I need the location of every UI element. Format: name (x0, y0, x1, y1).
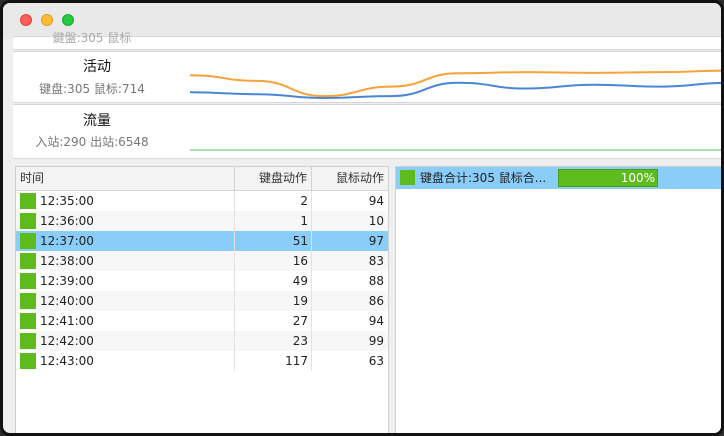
activity-panel: 活动 键盘:305 鼠标:714 (13, 51, 721, 103)
row-color-swatch (20, 213, 36, 229)
traffic-sub: 入站:290 出站:6548 (35, 135, 149, 149)
table-header: 时间 键盘动作 鼠标动作 (16, 167, 388, 191)
table-row[interactable]: 12:41:00 27 94 (16, 311, 388, 331)
traffic-title: 流量 (83, 113, 111, 129)
table-row[interactable]: 12:35:00 2 94 (16, 191, 388, 211)
activity-table[interactable]: 时间 键盘动作 鼠标动作 12:35:00 2 94 12:36:00 1 10 12:37… (15, 166, 389, 433)
row-keyboard: 23 (292, 334, 308, 348)
activity-title: 活动 (83, 59, 111, 75)
table-body: 12:35:00 2 94 12:36:00 1 10 12:37:00 51 97 12:38:… (16, 191, 388, 371)
summary-label: 键盘合计:305 鼠标合... (420, 171, 547, 185)
activity-chart (190, 69, 721, 100)
summary-percent: 100% (620, 171, 655, 185)
row-keyboard: 16 (292, 254, 308, 268)
summary-swatch (400, 170, 415, 185)
row-mouse: 86 (368, 294, 384, 308)
row-mouse: 94 (368, 314, 384, 328)
summary-panel: 键盘合计:305 鼠标合... 100% (395, 166, 721, 433)
row-keyboard: 117 (285, 354, 308, 368)
zoom-window-button[interactable] (62, 14, 74, 26)
panel-partial: 鍵盤:305 鼠标 (13, 31, 721, 50)
row-mouse: 88 (368, 274, 384, 288)
traffic-panel: 流量 入站:290 出站:6548 (13, 104, 721, 159)
row-time: 12:42:00 (40, 334, 94, 348)
table-row[interactable]: 12:43:00 117 63 (16, 351, 388, 371)
summary-row[interactable]: 键盘合计:305 鼠标合... 100% (396, 167, 721, 189)
row-color-swatch (20, 313, 36, 329)
minimize-window-button[interactable] (41, 14, 53, 26)
close-window-button[interactable] (20, 14, 32, 26)
row-mouse: 94 (368, 194, 384, 208)
row-color-swatch (20, 273, 36, 289)
table-row[interactable]: 12:42:00 23 99 (16, 331, 388, 351)
row-time: 12:43:00 (40, 354, 94, 368)
row-mouse: 83 (368, 254, 384, 268)
row-color-swatch (20, 253, 36, 269)
row-time: 12:40:00 (40, 294, 94, 308)
row-mouse: 63 (368, 354, 384, 368)
table-row[interactable]: 12:38:00 16 83 (16, 251, 388, 271)
row-color-swatch (20, 193, 36, 209)
table-row[interactable]: 12:36:00 1 10 (16, 211, 388, 231)
row-keyboard: 27 (292, 314, 308, 328)
row-time: 12:35:00 (40, 194, 94, 208)
row-color-swatch (20, 233, 36, 249)
col-keyboard-header[interactable]: 键盘动作 (235, 167, 312, 190)
table-row[interactable]: 12:37:00 51 97 (16, 231, 388, 251)
row-color-swatch (20, 333, 36, 349)
row-keyboard: 2 (300, 194, 308, 208)
row-time: 12:39:00 (40, 274, 94, 288)
row-color-swatch (20, 353, 36, 369)
row-color-swatch (20, 293, 36, 309)
row-time: 12:37:00 (40, 234, 94, 248)
table-row[interactable]: 12:39:00 49 88 (16, 271, 388, 291)
activity-series-line-1 (190, 81, 721, 100)
row-mouse: 99 (368, 334, 384, 348)
app-window: 鍵盤:305 鼠标 活动 键盘:305 鼠标:714 流量 入站:290 出站:… (0, 0, 724, 436)
row-keyboard: 19 (292, 294, 308, 308)
row-time: 12:38:00 (40, 254, 94, 268)
row-keyboard: 49 (292, 274, 308, 288)
row-time: 12:36:00 (40, 214, 94, 228)
table-row[interactable]: 12:40:00 19 86 (16, 291, 388, 311)
row-keyboard: 51 (292, 234, 308, 248)
col-time-header[interactable]: 时间 (16, 167, 235, 190)
row-mouse: 97 (368, 234, 384, 248)
panel-partial-sub: 鍵盤:305 鼠标 (52, 31, 132, 45)
row-keyboard: 1 (300, 214, 308, 228)
col-mouse-header[interactable]: 鼠标动作 (312, 167, 388, 190)
activity-sub: 键盘:305 鼠标:714 (39, 82, 145, 96)
summary-progress-bar: 100% (558, 169, 658, 187)
traffic-chart (190, 149, 721, 151)
row-time: 12:41:00 (40, 314, 94, 328)
row-mouse: 10 (368, 214, 384, 228)
